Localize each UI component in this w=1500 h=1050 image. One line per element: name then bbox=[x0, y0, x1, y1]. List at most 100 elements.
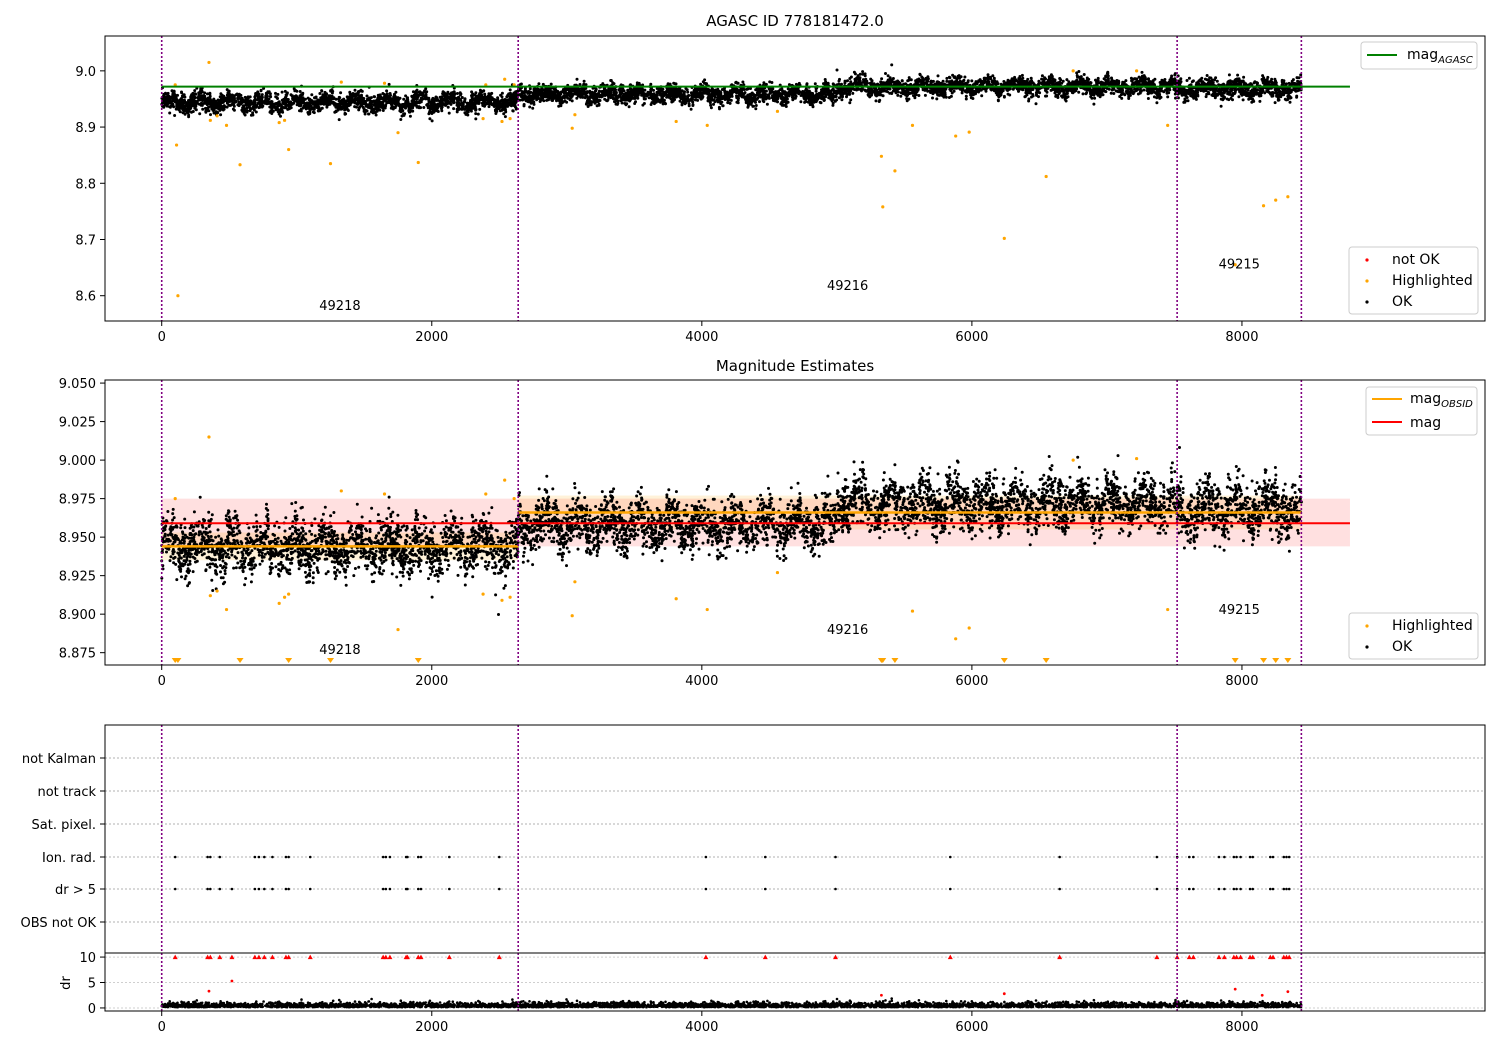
legend-label-mag: mag bbox=[1410, 415, 1441, 431]
flag-event bbox=[381, 887, 385, 891]
highlighted-point bbox=[910, 609, 915, 613]
panel-magnitude-title: Magnitude Estimates bbox=[716, 357, 874, 375]
flag-event bbox=[1217, 855, 1221, 859]
flag-event bbox=[253, 887, 257, 891]
highlighted-point bbox=[287, 592, 291, 596]
flag-event bbox=[948, 855, 952, 859]
dr-outlier-point bbox=[1233, 987, 1237, 991]
flag-event bbox=[1239, 887, 1242, 891]
flag-event bbox=[763, 887, 767, 891]
y-tick-label: 8.975 bbox=[59, 493, 96, 508]
flag-event bbox=[497, 887, 501, 891]
highlighted-point bbox=[705, 123, 709, 127]
flag-event bbox=[173, 855, 177, 859]
highlighted-point bbox=[396, 131, 400, 135]
highlighted-point bbox=[174, 143, 179, 147]
highlighted-point bbox=[500, 119, 504, 124]
legend-label-ok: OK bbox=[1392, 294, 1413, 310]
highlighted-point bbox=[287, 147, 291, 152]
y-tick-label: 8.925 bbox=[59, 570, 96, 585]
highlighted-point bbox=[967, 130, 971, 134]
flag-event bbox=[384, 855, 388, 859]
y-tick-label: 9.0 bbox=[75, 65, 96, 80]
flag-event bbox=[419, 855, 423, 859]
highlighted-point bbox=[339, 489, 343, 493]
flag-event bbox=[1155, 855, 1159, 859]
highlighted-point bbox=[1135, 69, 1139, 73]
flag-row-label: OBS not OK bbox=[21, 916, 97, 931]
y-tick-label: 8.875 bbox=[59, 647, 96, 662]
legend-label-not-ok: not OK bbox=[1392, 252, 1440, 268]
x-tick-label: 6000 bbox=[955, 1020, 988, 1035]
x-tick-label: 0 bbox=[158, 330, 166, 345]
highlighted-point bbox=[503, 77, 507, 81]
highlighted-point bbox=[173, 497, 177, 501]
highlighted-point bbox=[1166, 123, 1170, 127]
y-tick-label: 8.8 bbox=[75, 177, 96, 192]
flag-event bbox=[1251, 887, 1255, 891]
flag-event bbox=[263, 855, 266, 859]
flag-event bbox=[448, 855, 451, 859]
flag-event bbox=[448, 887, 451, 891]
x-tick-label: 2000 bbox=[415, 330, 448, 345]
highlighted-point bbox=[215, 114, 219, 118]
flag-event bbox=[1285, 855, 1288, 859]
flag-event bbox=[257, 887, 261, 891]
flag-row-label: not Kalman bbox=[22, 752, 96, 767]
flag-event bbox=[1187, 855, 1191, 859]
highlighted-point bbox=[208, 594, 212, 598]
highlighted-point bbox=[570, 126, 574, 130]
flag-row-label: dr > 5 bbox=[55, 883, 96, 898]
flag-event bbox=[1187, 887, 1191, 891]
x-tick-label: 4000 bbox=[685, 1020, 718, 1035]
flag-event bbox=[1232, 887, 1236, 891]
highlighted-point bbox=[1274, 198, 1278, 202]
flag-event bbox=[416, 887, 420, 891]
flag-event bbox=[1269, 887, 1272, 891]
flag-event bbox=[287, 855, 290, 859]
obsid-label: 49216 bbox=[827, 279, 868, 294]
panel-agasc-title: AGASC ID 778181472.0 bbox=[706, 12, 884, 30]
highlighted-point bbox=[893, 169, 897, 173]
flag-event bbox=[763, 855, 767, 859]
y-tick-label: 8.9 bbox=[75, 121, 96, 136]
highlighted-point bbox=[277, 601, 281, 605]
flag-event bbox=[263, 887, 266, 891]
flag-event bbox=[388, 855, 392, 859]
flag-event bbox=[834, 855, 837, 859]
flag-row-label: Ion. rad. bbox=[42, 851, 96, 866]
flag-event bbox=[381, 855, 385, 859]
flag-event bbox=[1251, 855, 1255, 859]
flag-event bbox=[1269, 855, 1272, 859]
y-tick-label: 8.900 bbox=[59, 608, 96, 623]
panel-agasc-marker-legend: not OK Highlighted OK bbox=[1348, 246, 1479, 315]
flag-event bbox=[388, 887, 392, 891]
flag-event bbox=[1217, 887, 1221, 891]
flag-event bbox=[308, 855, 312, 859]
obsid-label: 49215 bbox=[1219, 258, 1260, 273]
flag-event bbox=[271, 855, 274, 859]
highlighted-point bbox=[282, 118, 287, 122]
flag-event bbox=[406, 887, 409, 891]
flag-event bbox=[1235, 887, 1238, 891]
flag-event bbox=[1287, 887, 1291, 891]
highlighted-point bbox=[508, 117, 512, 121]
highlighted-point bbox=[674, 119, 678, 124]
highlighted-point bbox=[481, 117, 485, 121]
flag-event bbox=[1248, 887, 1252, 891]
y-tick-label: 5 bbox=[88, 977, 96, 992]
dr-outlier-point bbox=[1286, 990, 1290, 994]
highlighted-point bbox=[573, 113, 577, 117]
highlighted-point bbox=[674, 597, 678, 601]
legend-marker-not-ok bbox=[1365, 258, 1369, 262]
flag-event bbox=[497, 855, 501, 859]
dr-outlier-point bbox=[230, 979, 234, 983]
flag-event bbox=[206, 855, 209, 859]
highlighted-point bbox=[382, 492, 387, 496]
y-tick-label: 8.7 bbox=[75, 233, 96, 248]
highlighted-point bbox=[1002, 236, 1006, 240]
flag-event bbox=[1235, 855, 1238, 859]
flag-event bbox=[287, 887, 290, 891]
highlighted-point bbox=[339, 80, 343, 84]
highlighted-point bbox=[481, 592, 485, 596]
